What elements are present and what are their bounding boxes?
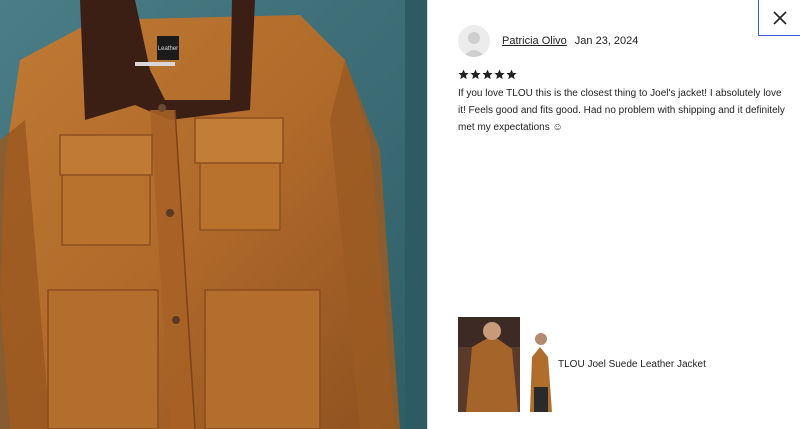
reviewer-info: Patricia Olivo Jan 23, 2024	[458, 25, 638, 57]
review-date: Jan 23, 2024	[574, 35, 639, 47]
review-photo: Leather	[0, 0, 427, 429]
star-icon	[506, 69, 517, 80]
avatar	[458, 25, 490, 57]
star-rating	[458, 69, 517, 80]
reviewed-product-link[interactable]: TLOU Joel Suede Leather Jacket	[458, 317, 706, 412]
star-icon	[458, 69, 469, 80]
label-tag-text: Leather	[158, 46, 178, 52]
star-icon	[482, 69, 493, 80]
product-thumbnail	[458, 317, 554, 412]
review-panel: Patricia Olivo Jan 23, 2024 If you love …	[428, 0, 800, 429]
review-text: If you love TLOU this is the closest thi…	[458, 88, 785, 133]
star-icon	[494, 69, 505, 80]
star-icon	[470, 69, 481, 80]
user-silhouette-icon	[463, 32, 485, 57]
product-thumbnail-image	[458, 317, 554, 412]
product-name: TLOU Joel Suede Leather Jacket	[558, 359, 706, 370]
jacket-photo: Leather	[0, 0, 427, 429]
reviewer-name-link[interactable]: Patricia Olivo	[502, 35, 567, 47]
